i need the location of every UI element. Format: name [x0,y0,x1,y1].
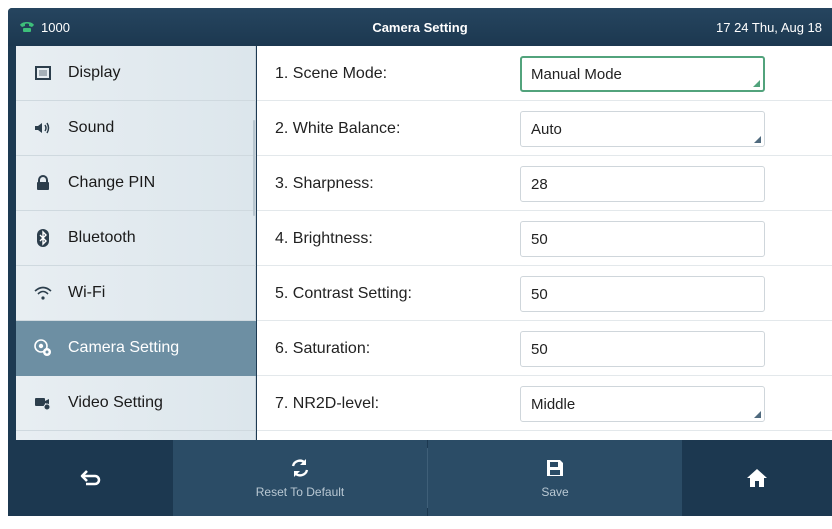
save-label: Save [541,485,569,499]
field-value: Auto [531,120,562,138]
menu-item-wifi[interactable]: Wi-Fi [16,266,256,321]
setting-row-saturation: 6. Saturation: 50 [257,321,832,376]
menu-item-label: Camera Setting [68,339,180,356]
menu-item-video-setting[interactable]: Video Setting [16,376,256,431]
dropdown-corner-icon [753,80,760,87]
date-time: 17 24 Thu, Aug 18 [716,19,823,35]
field-value: 50 [531,230,548,248]
camera-icon [34,339,52,357]
speaker-icon [34,119,52,137]
menu-item-sound[interactable]: Sound [16,101,256,156]
wifi-icon [34,284,52,302]
setting-label: 2. White Balance: [275,119,401,137]
setting-row-sharpness: 3. Sharpness: 28 [257,156,832,211]
sharpness-input[interactable]: 28 [520,166,765,202]
contrast-input[interactable]: 50 [520,276,765,312]
setting-row-brightness: 4. Brightness: 50 [257,211,832,266]
back-button[interactable] [8,440,173,516]
softkey-bar: Reset To Default Save [8,440,832,516]
menu-item-label: Sound [68,119,115,136]
field-value: 50 [531,285,548,303]
reset-label: Reset To Default [255,485,345,499]
menu-item-label: Video Setting [68,394,163,411]
menu-item-label: Change PIN [68,174,156,191]
menu-scrollbar[interactable] [253,120,255,216]
status-bar: 1000 Camera Setting 17 24 Thu, Aug 18 [8,8,832,46]
menu-item-change-pin[interactable]: Change PIN [16,156,256,211]
settings-menu: Display Sound Change PIN Bluetooth Wi-Fi… [16,46,256,440]
setting-label: 5. Contrast Setting: [275,284,412,302]
menu-item-label: Wi-Fi [68,284,106,301]
setting-row-contrast: 5. Contrast Setting: 50 [257,266,832,321]
setting-label: 4. Brightness: [275,229,373,247]
white-balance-select[interactable]: Auto [520,111,765,147]
menu-item-display[interactable]: Display [16,46,256,101]
refresh-icon [289,457,311,479]
nr2d-level-select[interactable]: Middle [520,386,765,422]
phone-device: 1000 Camera Setting 17 24 Thu, Aug 18 Di… [0,0,832,529]
menu-item-bluetooth[interactable]: Bluetooth [16,211,256,266]
field-value: 50 [531,340,548,358]
brightness-input[interactable]: 50 [520,221,765,257]
menu-item-label: Bluetooth [68,229,136,246]
back-arrow-icon [80,467,102,489]
lock-icon [34,174,52,192]
field-value: Middle [531,395,576,413]
home-icon [746,467,768,489]
page-title: Camera Setting [372,19,468,35]
menu-item-camera-setting[interactable]: Camera Setting [16,321,256,376]
dropdown-corner-icon [754,411,761,418]
reset-to-default-button[interactable]: Reset To Default [173,440,427,516]
field-value: 28 [531,175,548,193]
display-icon [34,64,52,82]
setting-label: 6. Saturation: [275,339,371,357]
setting-label: 7. NR2D-level: [275,394,380,412]
field-value: Manual Mode [531,65,622,83]
settings-panel: 1. Scene Mode: Manual Mode 2. White Bala… [257,46,832,440]
home-button[interactable] [682,440,832,516]
menu-item-label: Display [68,64,121,81]
saturation-input[interactable]: 50 [520,331,765,367]
setting-label: 1. Scene Mode: [275,64,388,82]
dropdown-corner-icon [754,136,761,143]
setting-row-nr2d-level: 7. NR2D-level: Middle [257,376,832,431]
save-button[interactable]: Save [428,440,682,516]
video-icon [34,394,52,412]
bluetooth-icon [34,229,52,247]
setting-row-scene-mode: 1. Scene Mode: Manual Mode [257,46,832,101]
setting-label: 3. Sharpness: [275,174,374,192]
scene-mode-select[interactable]: Manual Mode [520,56,765,92]
screen: 1000 Camera Setting 17 24 Thu, Aug 18 Di… [8,8,832,516]
save-icon [544,457,566,479]
setting-row-white-balance: 2. White Balance: Auto [257,101,832,156]
